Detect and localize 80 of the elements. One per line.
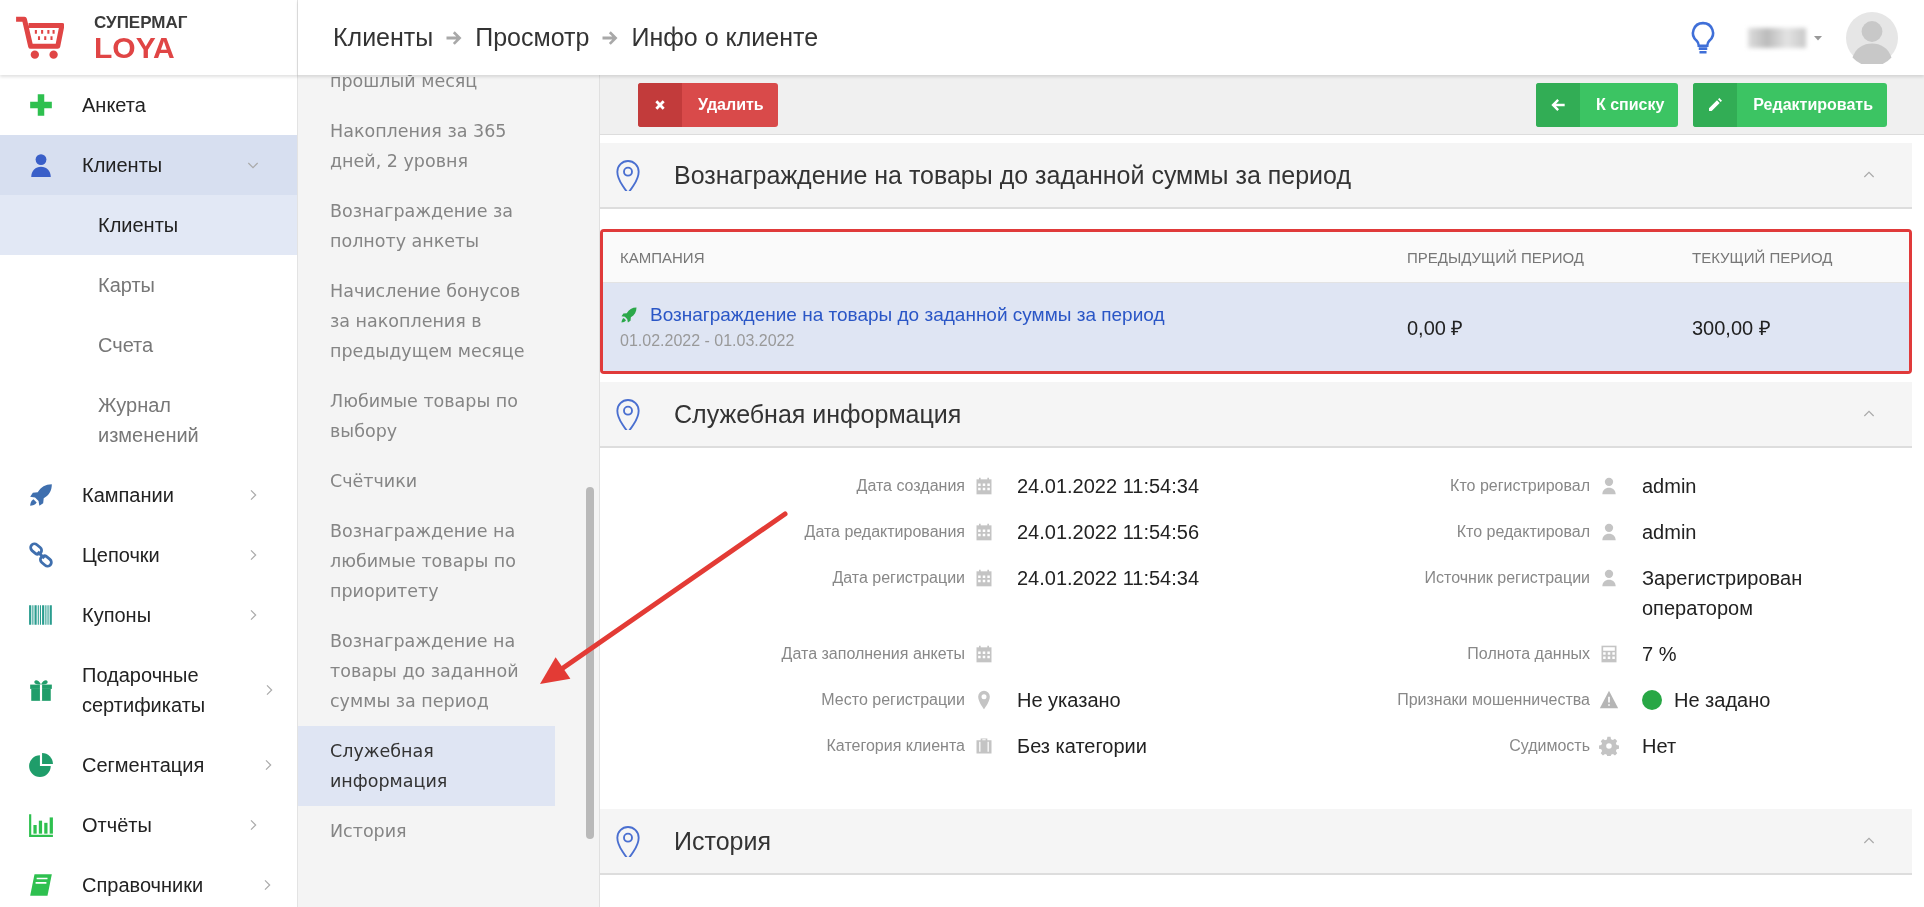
- field-label: Дата редактирования: [803, 522, 965, 542]
- scrollbar-thumb[interactable]: [586, 487, 594, 839]
- sidebar-subitem[interactable]: Клиенты: [0, 195, 297, 255]
- rocket-icon: [28, 482, 54, 508]
- section-header[interactable]: Вознаграждение на товары до заданной суммы за период: [600, 143, 1912, 209]
- field-value: Не указано: [1017, 688, 1121, 713]
- rocket-icon: [620, 306, 638, 324]
- field-label: Кто редактировал: [1455, 522, 1590, 542]
- sidebar-item[interactable]: Анкета: [0, 75, 297, 135]
- section-title: История: [674, 826, 772, 856]
- gear-icon: [1599, 736, 1619, 756]
- sidebar-item[interactable]: Справочники: [0, 855, 297, 907]
- avatar-icon: [1846, 11, 1898, 64]
- field-label: Дата регистрации: [831, 568, 965, 588]
- calculator-icon: [1599, 644, 1619, 664]
- sidebar-item[interactable]: Кампании: [0, 465, 297, 525]
- warning-icon: [1599, 690, 1619, 710]
- column-header: ТЕКУЩИЙ ПЕРИОД: [1692, 248, 1834, 266]
- pie-chart-icon: [28, 752, 54, 778]
- field-label: Источник регистрации: [1423, 568, 1590, 588]
- section-title: Служебная информация: [674, 399, 963, 429]
- field-value: Нет: [1642, 734, 1677, 759]
- sidebar-subitem[interactable]: Журнал изменений: [0, 375, 297, 465]
- calendar-icon: [974, 644, 994, 664]
- table-row[interactable]: Вознаграждение на товары до заданной суммы за период 01.02.2022 - 01.03.2022 0,00 ₽ 300,00 ₽: [603, 283, 1909, 371]
- field-label: Дата создания: [855, 476, 965, 496]
- field-value: admin: [1642, 474, 1697, 499]
- book-icon: [28, 872, 54, 898]
- period-text: 01.02.2022 - 01.03.2022: [620, 332, 796, 350]
- field-label: Дата заполнения анкеты: [780, 644, 965, 664]
- person-icon: [28, 152, 54, 178]
- section-header[interactable]: Служебная информация: [600, 382, 1912, 448]
- campaign-link[interactable]: Вознаграждение на товары до заданной суммы за период: [650, 304, 1165, 326]
- briefcase-icon: [974, 736, 994, 756]
- section-header[interactable]: История: [600, 809, 1912, 875]
- field-value: 7 %: [1642, 642, 1677, 667]
- field-label: Место регистрации: [820, 690, 965, 710]
- sidebar-item[interactable]: Купоны: [0, 585, 297, 645]
- arrow-left-icon: [1549, 96, 1566, 113]
- field-label: Кто регистрировал: [1449, 476, 1590, 496]
- chain-link-icon: [28, 542, 54, 568]
- field-value: 24.01.2022 11:54:34: [1017, 474, 1200, 499]
- breadcrumb-link[interactable]: Инфо о клиенте: [631, 23, 819, 52]
- field-label: Признаки мошенничества: [1396, 690, 1590, 710]
- sidebar-item[interactable]: Подарочные сертификаты: [0, 645, 297, 735]
- sidebar-item[interactable]: Сегментация: [0, 735, 297, 795]
- sidebar-item[interactable]: Цепочки: [0, 525, 297, 585]
- field-value: 24.01.2022 11:54:34: [1017, 566, 1200, 591]
- logo-subtitle: LOYA: [94, 32, 176, 63]
- pencil-icon: [1707, 96, 1724, 113]
- field-label: Полнота данных: [1466, 644, 1590, 664]
- action-button[interactable]: Удалить: [638, 82, 778, 127]
- column-header: ПРЕДЫДУЩИЙ ПЕРИОД: [1407, 248, 1585, 266]
- sidebar-subitem[interactable]: Карты: [0, 255, 297, 315]
- field-label: Категория клиента: [825, 736, 965, 756]
- field-value: admin: [1642, 520, 1697, 545]
- field-label: Судимость: [1508, 736, 1590, 756]
- blurred-username: [1748, 27, 1806, 48]
- field-value: Не задано: [1674, 688, 1771, 713]
- field-value: 24.01.2022 11:54:56: [1017, 520, 1200, 545]
- sidebar-item[interactable]: Отчёты: [0, 795, 297, 855]
- column-header: КАМПАНИЯ: [619, 248, 706, 266]
- table-cell-text: 300,00 ₽: [1692, 315, 1772, 341]
- sidebar-item[interactable]: Клиенты: [0, 135, 297, 195]
- field-value: Зарегистрирован оператором: [1642, 566, 1804, 621]
- calendar-icon: [974, 522, 994, 542]
- field-value: Без категории: [1017, 734, 1147, 759]
- section-nav-item[interactable]: Служебная информация: [298, 726, 555, 806]
- breadcrumb-link[interactable]: Клиенты: [333, 23, 434, 52]
- sidebar-subitem[interactable]: Счета: [0, 315, 297, 375]
- bar-chart-icon: [28, 812, 54, 838]
- breadcrumb-link[interactable]: Просмотр: [475, 23, 590, 52]
- logo-title: СУПЕРМАГ: [94, 12, 188, 33]
- section-title: Вознаграждение на товары до заданной суммы за период: [674, 160, 1352, 190]
- calendar-icon: [974, 568, 994, 588]
- table-cell-text: 0,00 ₽: [1407, 315, 1465, 341]
- barcode-icon: [28, 602, 54, 628]
- calendar-icon: [974, 476, 994, 496]
- plus-icon: [28, 92, 54, 118]
- gift-icon: [28, 677, 54, 703]
